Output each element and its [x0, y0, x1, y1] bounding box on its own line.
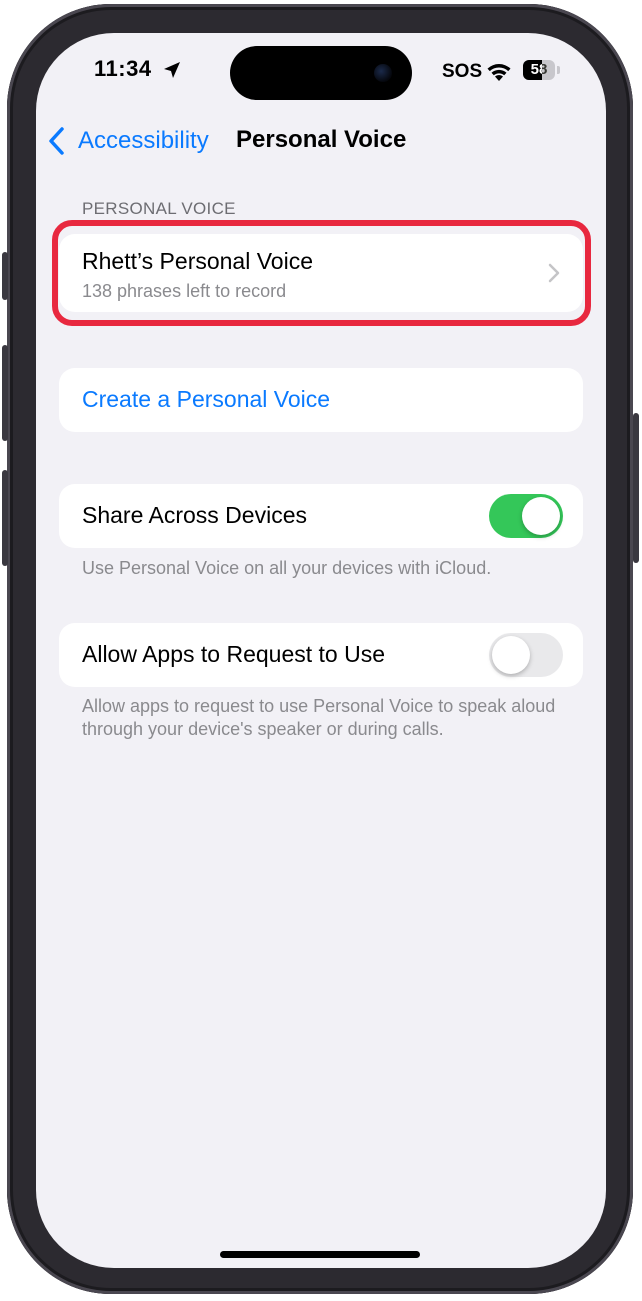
action-button	[2, 252, 8, 300]
battery-icon: 58	[523, 60, 555, 80]
voice-item-title: Rhett’s Personal Voice	[82, 248, 313, 274]
share-across-devices-toggle[interactable]	[489, 494, 563, 538]
share-across-devices-label: Share Across Devices	[82, 502, 307, 528]
toggle-knob	[522, 497, 560, 535]
battery-nub	[557, 66, 560, 74]
back-button[interactable]: Accessibility	[46, 121, 209, 161]
create-personal-voice-label: Create a Personal Voice	[82, 386, 331, 412]
volume-down-button	[2, 470, 8, 566]
back-label: Accessibility	[78, 127, 209, 154]
carrier-status: SOS	[442, 61, 483, 82]
allow-apps-row: Allow Apps to Request to Use	[59, 623, 583, 687]
allow-apps-toggle[interactable]	[489, 633, 563, 677]
page-title: Personal Voice	[236, 126, 407, 153]
create-personal-voice-button[interactable]: Create a Personal Voice	[59, 368, 583, 432]
battery-level: 58	[530, 61, 548, 78]
chevron-left-icon	[49, 127, 64, 155]
chevron-right-icon	[548, 263, 560, 283]
toggle-knob	[492, 636, 530, 674]
allow-apps-footer: Allow apps to request to use Personal Vo…	[82, 696, 556, 739]
section-header-personal-voice: PERSONAL VOICE	[82, 199, 236, 218]
personal-voice-item[interactable]: Rhett’s Personal Voice 138 phrases left …	[59, 234, 583, 312]
status-time: 11:34	[94, 56, 152, 81]
wifi-icon	[487, 64, 511, 81]
allow-apps-label: Allow Apps to Request to Use	[82, 641, 385, 667]
power-button	[633, 413, 639, 563]
location-arrow-icon	[164, 62, 180, 78]
volume-up-button	[2, 345, 8, 441]
home-indicator	[220, 1251, 420, 1258]
front-camera	[374, 64, 392, 82]
share-across-devices-footer: Use Personal Voice on all your devices w…	[82, 558, 492, 578]
screen: 11:34 SOS 58 Accessibility Personal Voic…	[36, 33, 606, 1268]
voice-item-subtitle: 138 phrases left to record	[82, 281, 287, 301]
share-across-devices-row: Share Across Devices	[59, 484, 583, 548]
